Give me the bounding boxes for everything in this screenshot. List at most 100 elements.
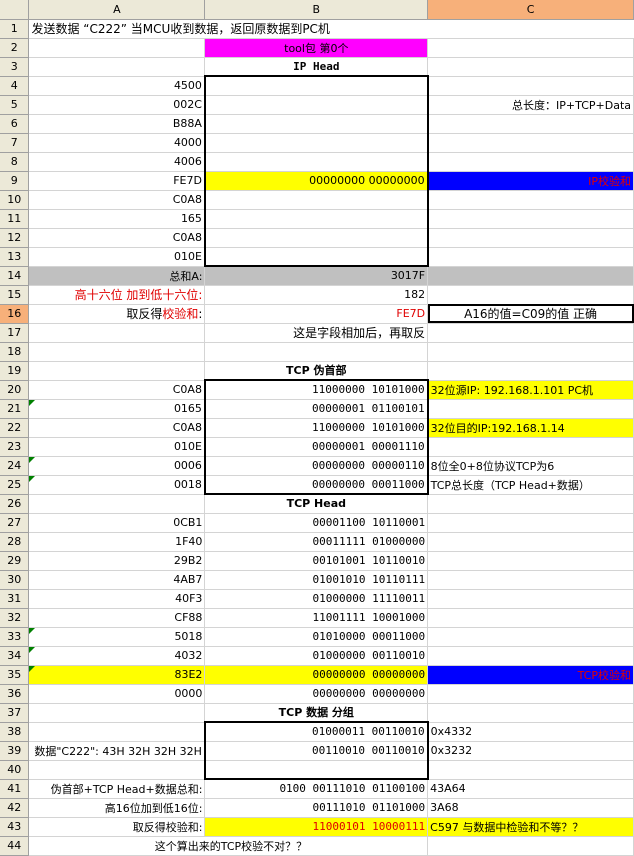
row-header[interactable]: 24 [0, 456, 30, 476]
cell-c5[interactable]: 总长度：IP+TCP+Data [427, 95, 634, 115]
cell-b9[interactable]: 00000000 00000000 [203, 171, 429, 191]
cell-b36[interactable]: 00000000 00000000 [204, 684, 429, 704]
row-header[interactable]: 40 [0, 760, 30, 780]
cell-b22[interactable]: 11000000 10101000 [203, 418, 429, 438]
cell-b29[interactable]: 00101001 10110010 [204, 551, 429, 571]
cell-c35[interactable]: TCP校验和 [427, 665, 634, 685]
row-header[interactable]: 2 [0, 38, 30, 58]
cell-c26[interactable] [427, 494, 634, 514]
cell-a44[interactable]: 这个算出来的TCP校验不对？？ [28, 836, 429, 856]
cell-c2[interactable] [427, 38, 634, 58]
cell-b12[interactable] [203, 228, 429, 248]
cell-a36[interactable]: 0000 [28, 684, 206, 704]
cell-b27[interactable]: 00001100 10110001 [204, 513, 429, 533]
cell-a6[interactable]: B88A [28, 114, 206, 134]
cell-b34[interactable]: 01000000 00110010 [204, 646, 429, 666]
cell-c19[interactable] [427, 361, 634, 381]
cell-a22[interactable]: C0A8 [28, 418, 206, 438]
cell-b6[interactable] [203, 114, 429, 134]
cell-b21[interactable]: 00000001 01100101 [203, 399, 429, 419]
cell-c17[interactable] [427, 323, 634, 343]
cell-c10[interactable] [427, 190, 634, 210]
cell-c12[interactable] [427, 228, 634, 248]
cell-a20[interactable]: C0A8 [28, 380, 206, 400]
cell-a26[interactable] [28, 494, 206, 514]
cell-c4[interactable] [427, 76, 634, 96]
cell-b35[interactable]: 00000000 00000000 [204, 665, 429, 685]
cell-c6[interactable] [427, 114, 634, 134]
row-header[interactable]: 12 [0, 228, 30, 248]
row-header[interactable]: 6 [0, 114, 30, 134]
cell-a1[interactable]: 发送数据 “C222” 当MCU收到数据，返回原数据到PC机 [28, 19, 634, 39]
cell-b37[interactable]: TCP 数据 分组 [204, 703, 429, 723]
cell-a23[interactable]: 010E [28, 437, 206, 457]
row-header[interactable]: 39 [0, 741, 30, 761]
cell-b18[interactable] [204, 342, 429, 362]
cell-b10[interactable] [203, 190, 429, 210]
row-header[interactable]: 22 [0, 418, 30, 438]
cell-a13[interactable]: 010E [28, 247, 206, 267]
cell-c28[interactable] [427, 532, 634, 552]
row-header[interactable]: 18 [0, 342, 30, 362]
cell-b32[interactable]: 11001111 10001000 [204, 608, 429, 628]
cell-b26[interactable]: TCP Head [204, 494, 429, 514]
cell-b40[interactable] [203, 760, 429, 780]
cell-a33[interactable]: 5018 [28, 627, 206, 647]
cell-a18[interactable] [28, 342, 206, 362]
cell-a19[interactable] [28, 361, 206, 381]
cell-c22[interactable]: 32位目的IP:192.168.1.14 [427, 418, 634, 438]
row-header[interactable]: 14 [0, 266, 30, 286]
cell-c31[interactable] [427, 589, 634, 609]
cell-a7[interactable]: 4000 [28, 133, 206, 153]
row-header[interactable]: 43 [0, 817, 30, 837]
row-header[interactable]: 25 [0, 475, 30, 495]
column-header-b[interactable]: B [204, 0, 429, 20]
cell-a17[interactable] [28, 323, 206, 343]
cell-a40[interactable] [28, 760, 206, 780]
cell-b43[interactable]: 11000101 10000111 [204, 817, 429, 837]
row-header[interactable]: 11 [0, 209, 30, 229]
cell-c21[interactable] [427, 399, 634, 419]
row-header[interactable]: 34 [0, 646, 30, 666]
cell-b7[interactable] [203, 133, 429, 153]
row-header[interactable]: 26 [0, 494, 30, 514]
cell-c40[interactable] [427, 760, 634, 780]
cell-c43[interactable]: C597 与数据中检验和不等？？ [427, 817, 634, 837]
row-header[interactable]: 9 [0, 171, 30, 191]
cell-a35[interactable]: 83E2 [28, 665, 206, 685]
cell-c29[interactable] [427, 551, 634, 571]
row-header[interactable]: 19 [0, 361, 30, 381]
cell-b3[interactable]: IP Head [204, 57, 429, 77]
row-header[interactable]: 16 [0, 304, 30, 324]
cell-c9[interactable]: IP校验和 [427, 171, 634, 191]
cell-a11[interactable]: 165 [28, 209, 206, 229]
row-header[interactable]: 5 [0, 95, 30, 115]
column-header-c[interactable]: C [427, 0, 634, 20]
cell-c11[interactable] [427, 209, 634, 229]
cell-a16[interactable]: 取反得校验和: [28, 304, 206, 324]
row-header[interactable]: 13 [0, 247, 30, 267]
cell-c3[interactable] [427, 57, 634, 77]
column-header-a[interactable]: A [28, 0, 206, 20]
row-header[interactable]: 38 [0, 722, 30, 742]
cell-b42[interactable]: 00111010 01101000 [204, 798, 429, 818]
cell-a42[interactable]: 高16位加到低16位: [28, 798, 206, 818]
cell-b38[interactable]: 01000011 00110010 [203, 721, 429, 742]
cell-b25[interactable]: 00000000 00011000 [203, 475, 429, 495]
row-header[interactable]: 8 [0, 152, 30, 172]
cell-c8[interactable] [427, 152, 634, 172]
cell-a4[interactable]: 4500 [28, 76, 206, 96]
cell-c36[interactable] [427, 684, 634, 704]
cell-a21[interactable]: 0165 [28, 399, 206, 419]
cell-c24[interactable]: 8位全0+8位协议TCP为6 [427, 456, 634, 476]
row-header[interactable]: 21 [0, 399, 30, 419]
row-header[interactable]: 32 [0, 608, 30, 628]
cell-c23[interactable] [427, 437, 634, 457]
cell-a28[interactable]: 1F40 [28, 532, 206, 552]
cell-b15[interactable]: 182 [204, 285, 429, 305]
cell-a8[interactable]: 4006 [28, 152, 206, 172]
cell-b14[interactable]: 3017F [204, 266, 429, 286]
row-header[interactable]: 15 [0, 285, 30, 305]
select-all-corner[interactable] [0, 0, 30, 20]
cell-c16-selected[interactable]: A16的值=C09的值 正确 [427, 304, 634, 324]
